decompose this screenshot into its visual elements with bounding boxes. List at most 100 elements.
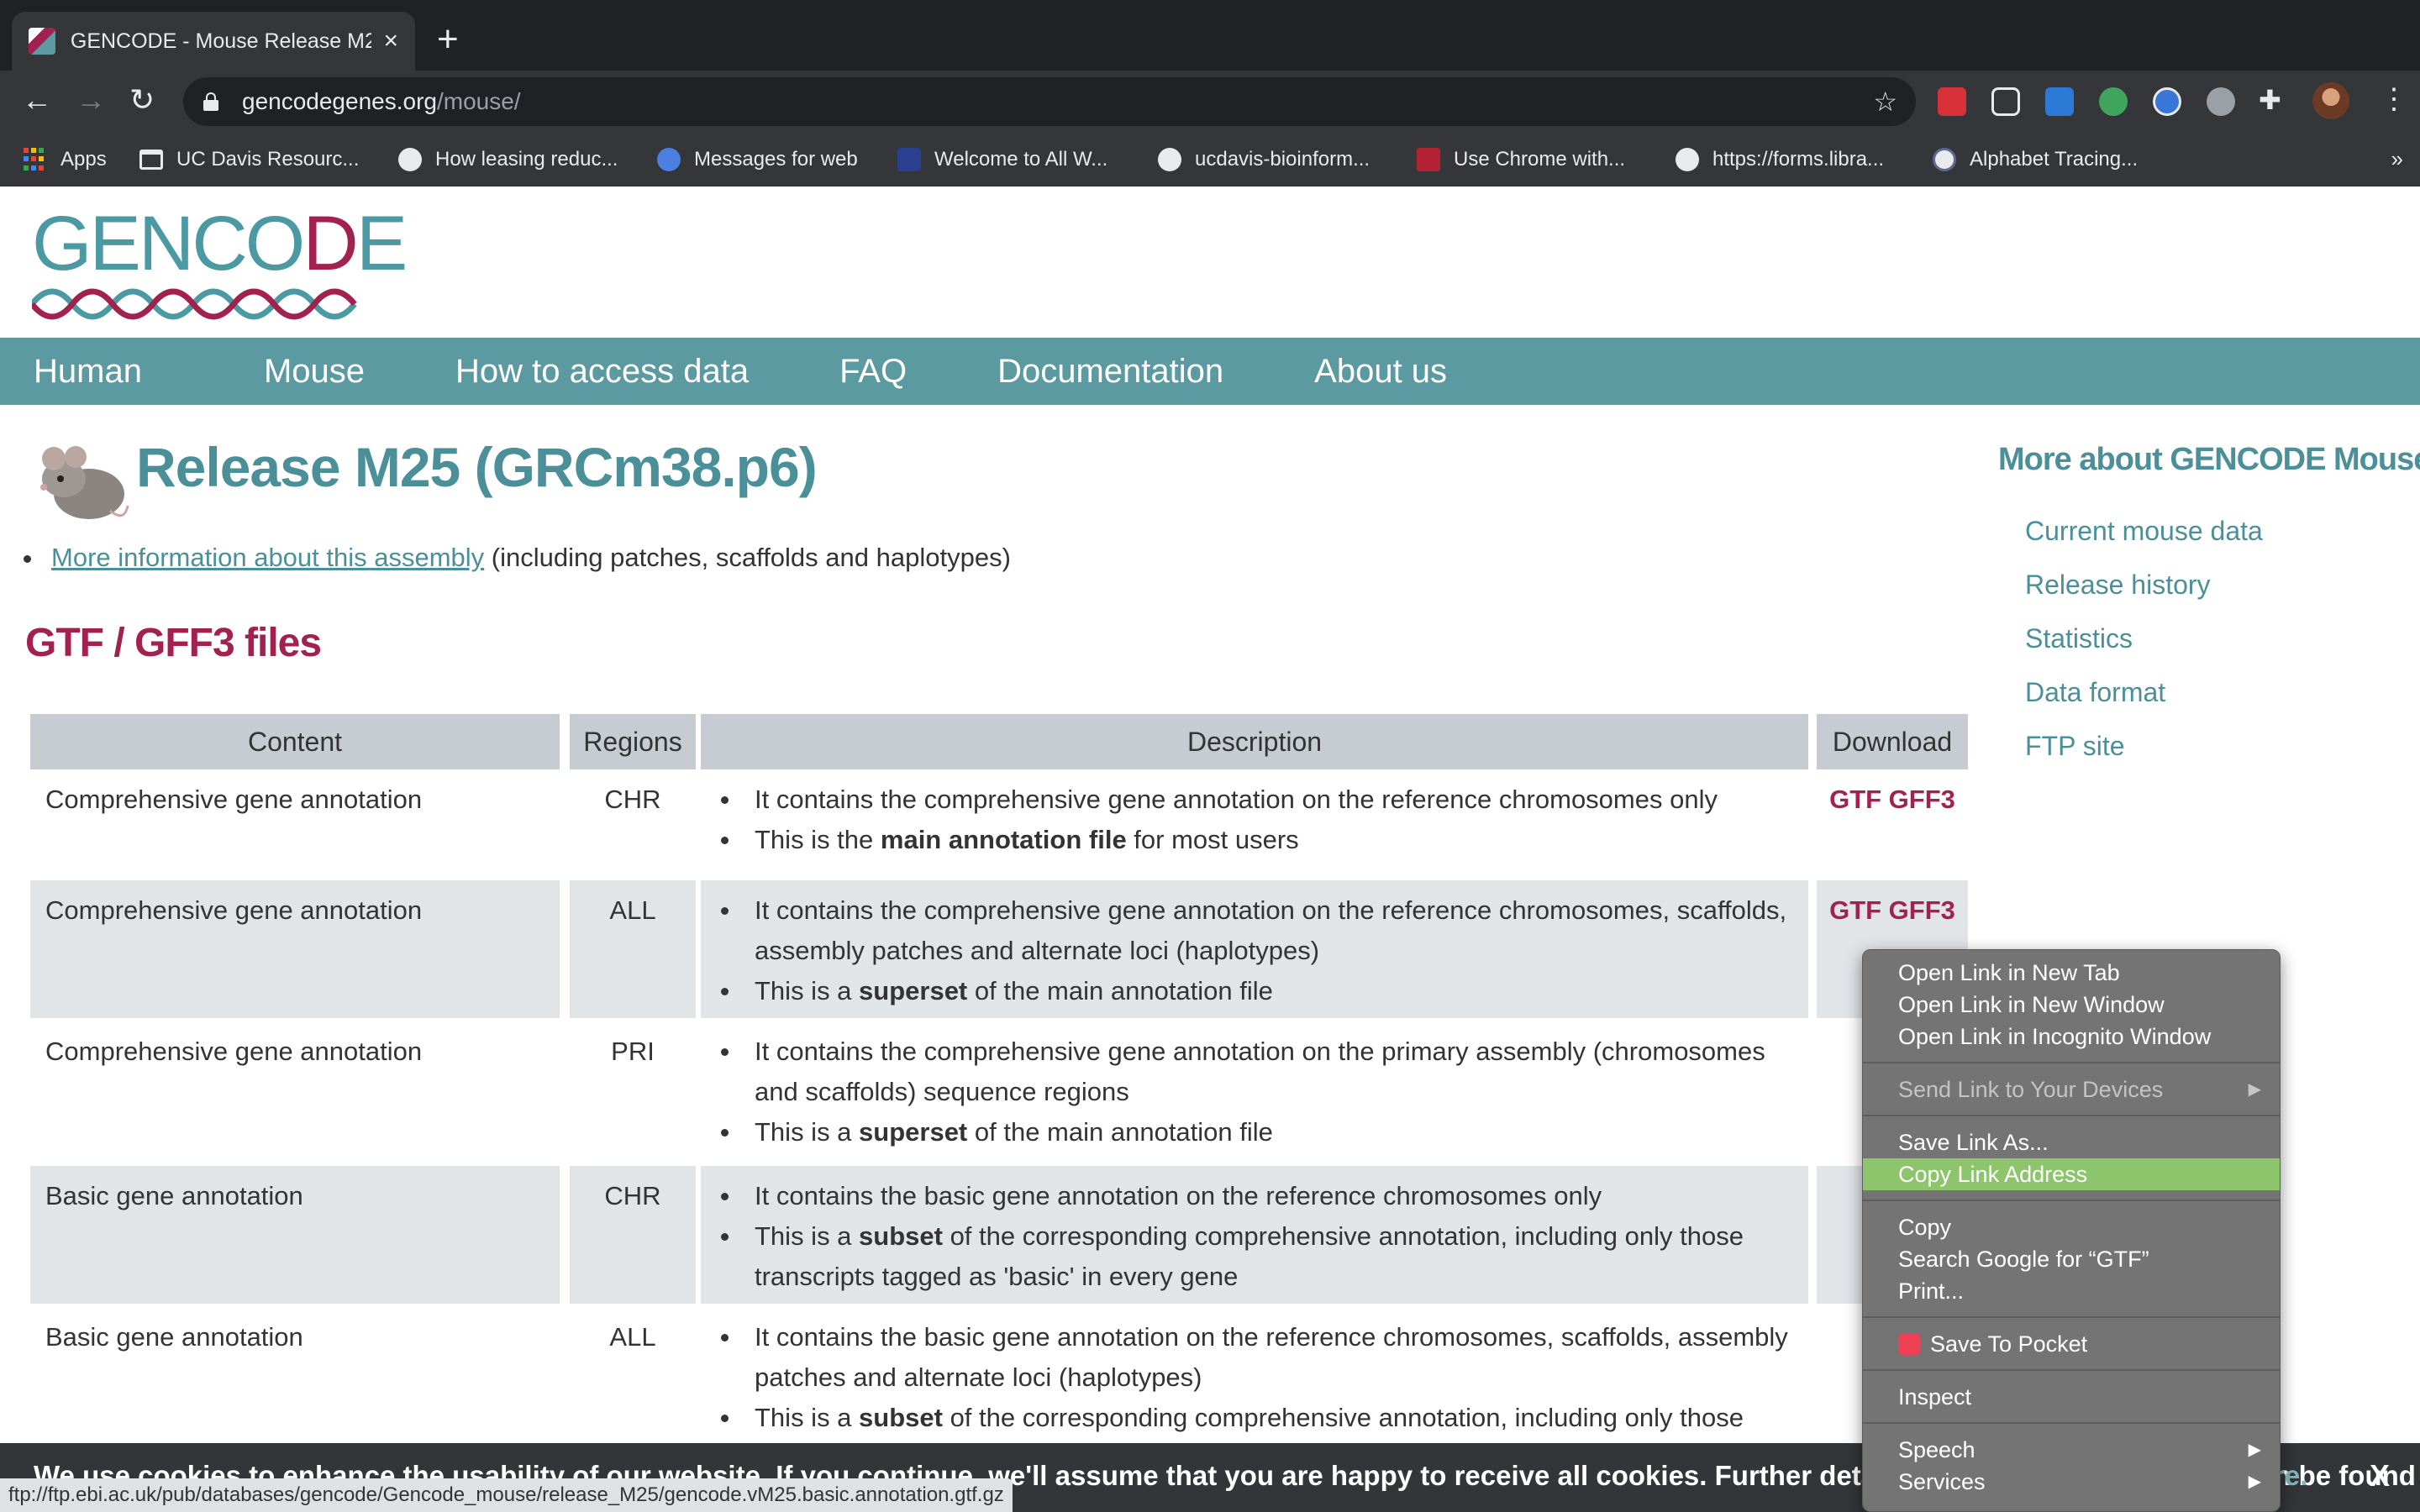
bookmark-apps[interactable]: Apps bbox=[24, 143, 107, 176]
forward-arrow-icon[interactable]: → bbox=[76, 82, 106, 118]
logo-wordmark: GENCODE bbox=[32, 201, 408, 286]
menu-inspect[interactable]: Inspect bbox=[1863, 1381, 2280, 1413]
desc-line: This is a superset of the main annotatio… bbox=[713, 971, 1797, 1011]
password-extension-icon[interactable] bbox=[2153, 87, 2181, 116]
nav-mouse[interactable]: Mouse bbox=[264, 353, 365, 391]
bookmark-messages[interactable]: Messages for web bbox=[657, 143, 858, 176]
sidebar-link-ftp-site[interactable]: FTP site bbox=[2025, 731, 2125, 762]
sidebar-link-data-format[interactable]: Data format bbox=[2025, 677, 2165, 708]
messages-icon bbox=[657, 148, 681, 171]
bookmark-label: Welcome to All W... bbox=[934, 148, 1108, 171]
gencode-logo[interactable]: GENCODE bbox=[29, 201, 408, 333]
cell-description: It contains the basic gene annotation on… bbox=[701, 1166, 1808, 1304]
desc-line: This is a subset of the corresponding co… bbox=[713, 1216, 1797, 1297]
mouse-image bbox=[40, 446, 129, 519]
menu-copy[interactable]: Copy bbox=[1863, 1211, 2280, 1243]
bookmark-ucdavis-folder[interactable]: UC Davis Resourc... bbox=[139, 143, 359, 176]
menu-open-incognito[interactable]: Open Link in Incognito Window bbox=[1863, 1021, 2280, 1053]
bookmark-label: UC Davis Resourc... bbox=[176, 148, 360, 171]
menu-search-google[interactable]: Search Google for “GTF” bbox=[1863, 1243, 2280, 1275]
desc-line: It contains the basic gene annotation on… bbox=[713, 1176, 1797, 1216]
menu-label: Services bbox=[1898, 1469, 1986, 1494]
runner-icon bbox=[897, 148, 921, 171]
lock-icon bbox=[203, 92, 218, 111]
bookmark-forms-library[interactable]: https://forms.libra... bbox=[1676, 143, 1884, 176]
assembly-info-suffix: (including patches, scaffolds and haplot… bbox=[484, 543, 1011, 572]
reload-icon[interactable]: ↻ bbox=[129, 82, 155, 118]
cell-description: It contains the comprehensive gene annot… bbox=[701, 1021, 1808, 1163]
bookmark-star-icon[interactable]: ☆ bbox=[1873, 86, 1897, 118]
menu-separator bbox=[1863, 1369, 2280, 1371]
assembly-info-item: More information about this assembly (in… bbox=[24, 543, 1011, 573]
cell-regions: CHR bbox=[570, 1166, 696, 1304]
desc-line: It contains the basic gene annotation on… bbox=[713, 1317, 1797, 1398]
browser-tab-active[interactable]: GENCODE - Mouse Release M25 × bbox=[12, 12, 415, 71]
menu-save-to-pocket[interactable]: Save To Pocket bbox=[1863, 1328, 2280, 1360]
menu-separator bbox=[1863, 1422, 2280, 1424]
bookmark-ucdavis-bioinform[interactable]: ucdavis-bioinform... bbox=[1158, 143, 1370, 176]
menu-label: Save To Pocket bbox=[1930, 1331, 2088, 1357]
header-content: Content bbox=[30, 714, 560, 769]
trello-extension-icon[interactable] bbox=[2045, 87, 2074, 116]
section-title: GTF / GFF3 files bbox=[25, 621, 322, 665]
menu-separator bbox=[1863, 1200, 2280, 1201]
table-header: Content Regions Description Download bbox=[30, 714, 1968, 769]
nav-faq[interactable]: FAQ bbox=[839, 353, 907, 391]
bookmark-welcome[interactable]: Welcome to All W... bbox=[897, 143, 1107, 176]
chrome-menu-icon[interactable]: ⋮ bbox=[2380, 82, 2408, 116]
cookie-close-button[interactable]: X bbox=[2370, 1458, 2390, 1494]
sidebar-title: More about GENCODE Mouse bbox=[1998, 442, 2420, 477]
new-tab-plus-icon[interactable]: + bbox=[437, 18, 459, 60]
release-title: Release M25 (GRCm38.p6) bbox=[136, 436, 818, 498]
chat-extension-icon[interactable] bbox=[2099, 87, 2128, 116]
menu-open-new-tab[interactable]: Open Link in New Tab bbox=[1863, 957, 2280, 989]
mendeley-extension-icon[interactable] bbox=[1938, 87, 1966, 116]
cell-description: It contains the comprehensive gene annot… bbox=[701, 880, 1808, 1018]
submenu-arrow-icon: ▶ bbox=[2248, 1080, 2261, 1099]
browser-tabbar: GENCODE - Mouse Release M25 × + bbox=[0, 0, 2420, 71]
bookmark-leasing[interactable]: How leasing reduc... bbox=[398, 143, 618, 176]
back-arrow-icon[interactable]: ← bbox=[22, 82, 52, 118]
nav-human[interactable]: Human bbox=[34, 353, 142, 391]
menu-save-link-as[interactable]: Save Link As... bbox=[1863, 1126, 2280, 1158]
cell-download: GTF GFF3 bbox=[1817, 769, 1968, 877]
nav-documentation[interactable]: Documentation bbox=[997, 353, 1223, 391]
menu-open-new-window[interactable]: Open Link in New Window bbox=[1863, 989, 2280, 1021]
download-gtf-gff3-link[interactable]: GTF GFF3 bbox=[1829, 895, 1955, 925]
nav-how-to-access-data[interactable]: How to access data bbox=[455, 353, 749, 391]
menu-services[interactable]: Services ▶ bbox=[1863, 1466, 2280, 1498]
globe-icon bbox=[1676, 148, 1699, 171]
main-nav: Human Mouse How to access data FAQ Docum… bbox=[0, 338, 2420, 405]
assembly-info-link[interactable]: More information about this assembly bbox=[51, 543, 484, 572]
extensions-puzzle-icon[interactable]: ✚ bbox=[2259, 84, 2281, 116]
gtf-files-table: Content Regions Description Download Com… bbox=[30, 714, 1968, 1475]
sidebar-link-current-mouse-data[interactable]: Current mouse data bbox=[2025, 516, 2263, 547]
sidebar-link-statistics[interactable]: Statistics bbox=[2025, 623, 2133, 654]
apps-grid-icon bbox=[24, 148, 47, 171]
desc-line: It contains the comprehensive gene annot… bbox=[713, 780, 1797, 820]
bookmark-use-chrome[interactable]: Use Chrome with... bbox=[1417, 143, 1625, 176]
link-status-bar: ftp://ftp.ebi.ac.uk/pub/databases/gencod… bbox=[0, 1478, 1013, 1512]
sidebar-link-release-history[interactable]: Release history bbox=[2025, 570, 2211, 601]
shield-icon bbox=[1417, 148, 1440, 171]
bookmark-alphabet-tracing[interactable]: Alphabet Tracing... bbox=[1933, 143, 2138, 176]
wordpress-icon bbox=[1933, 148, 1956, 171]
download-gtf-gff3-link[interactable]: GTF GFF3 bbox=[1829, 785, 1955, 814]
pocket-extension-icon[interactable] bbox=[1991, 87, 2020, 116]
menu-print[interactable]: Print... bbox=[1863, 1275, 2280, 1307]
tab-close-icon[interactable]: × bbox=[383, 27, 398, 55]
browser-toolbar: ← → ↻ gencodegenes.org/mouse/ ☆ ✚ ⋮ bbox=[0, 71, 2420, 133]
menu-speech[interactable]: Speech ▶ bbox=[1863, 1434, 2280, 1466]
menu-copy-link-address[interactable]: Copy Link Address bbox=[1863, 1158, 2280, 1190]
profile-avatar[interactable] bbox=[2312, 82, 2349, 119]
header-download: Download bbox=[1817, 714, 1968, 769]
bookmark-label: Messages for web bbox=[694, 148, 858, 171]
address-bar[interactable]: gencodegenes.org/mouse/ ☆ bbox=[183, 77, 1916, 126]
menu-separator bbox=[1863, 1115, 2280, 1116]
record-extension-icon[interactable] bbox=[2207, 87, 2235, 116]
bookmark-label: Use Chrome with... bbox=[1454, 148, 1626, 171]
nav-about-us[interactable]: About us bbox=[1314, 353, 1447, 391]
pocket-icon bbox=[1898, 1332, 1920, 1355]
more-bookmarks-chevron-icon[interactable]: » bbox=[2391, 146, 2403, 172]
table-row: Comprehensive gene annotation ALL It con… bbox=[30, 880, 1968, 1018]
